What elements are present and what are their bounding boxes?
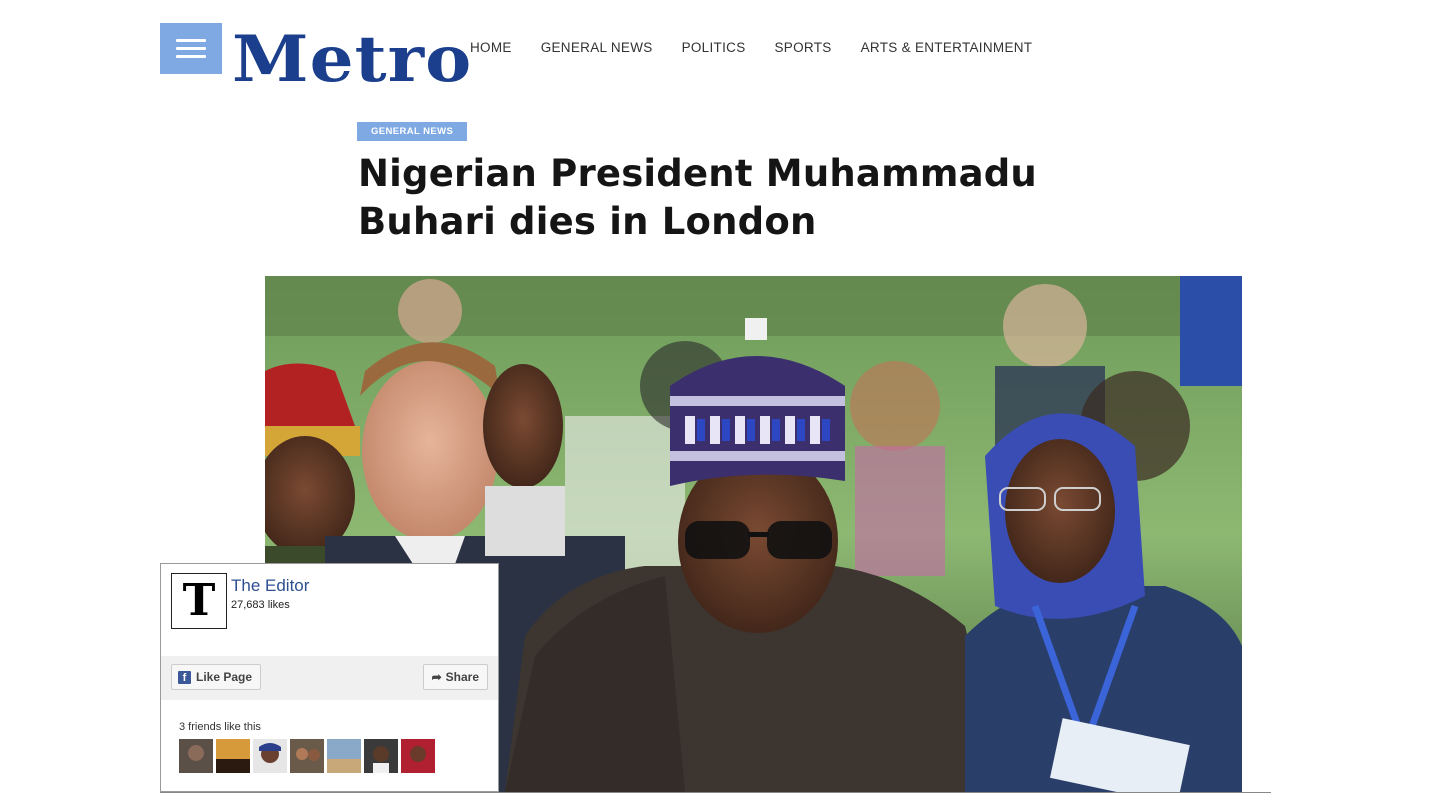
- avatar[interactable]: [401, 739, 435, 773]
- nav-sports[interactable]: SPORTS: [775, 40, 832, 55]
- page-likes-count: 27,683 likes: [231, 599, 290, 611]
- menu-button[interactable]: [160, 23, 222, 74]
- page-logo-letter: T: [182, 575, 216, 626]
- share-label: Share: [445, 670, 479, 684]
- like-page-label: Like Page: [196, 670, 253, 684]
- share-arrow-icon: ➦: [431, 670, 442, 684]
- hamburger-icon-bar: [176, 47, 206, 50]
- friend-avatars: [179, 739, 435, 773]
- nav-politics[interactable]: POLITICS: [682, 40, 746, 55]
- widget-action-bar: f Like Page ➦ Share: [161, 656, 498, 700]
- avatar[interactable]: [364, 739, 398, 773]
- hamburger-icon-bar: [176, 39, 206, 42]
- main-nav: HOME GENERAL NEWS POLITICS SPORTS ARTS &…: [470, 40, 1032, 55]
- nav-arts-entertainment[interactable]: ARTS & ENTERTAINMENT: [861, 40, 1033, 55]
- page-name-link[interactable]: The Editor: [231, 576, 309, 596]
- page-logo[interactable]: T: [171, 573, 227, 629]
- nav-general-news[interactable]: GENERAL NEWS: [541, 40, 653, 55]
- facebook-page-widget: T The Editor 27,683 likes f Like Page ➦ …: [160, 563, 499, 792]
- facebook-icon: f: [178, 670, 191, 684]
- avatar[interactable]: [327, 739, 361, 773]
- avatar[interactable]: [253, 739, 287, 773]
- friends-like-text: 3 friends like this: [179, 721, 261, 733]
- divider: [160, 792, 1271, 793]
- hamburger-icon-bar: [176, 55, 206, 58]
- nav-home[interactable]: HOME: [470, 40, 512, 55]
- avatar[interactable]: [216, 739, 250, 773]
- category-badge[interactable]: GENERAL NEWS: [357, 122, 468, 141]
- avatar[interactable]: [179, 739, 213, 773]
- article-headline: Nigerian President Muhammadu Buhari dies…: [358, 152, 1037, 243]
- site-logo[interactable]: Metro: [232, 20, 472, 100]
- like-page-button[interactable]: f Like Page: [171, 664, 262, 690]
- avatar[interactable]: [290, 739, 324, 773]
- share-button[interactable]: ➦ Share: [422, 664, 488, 690]
